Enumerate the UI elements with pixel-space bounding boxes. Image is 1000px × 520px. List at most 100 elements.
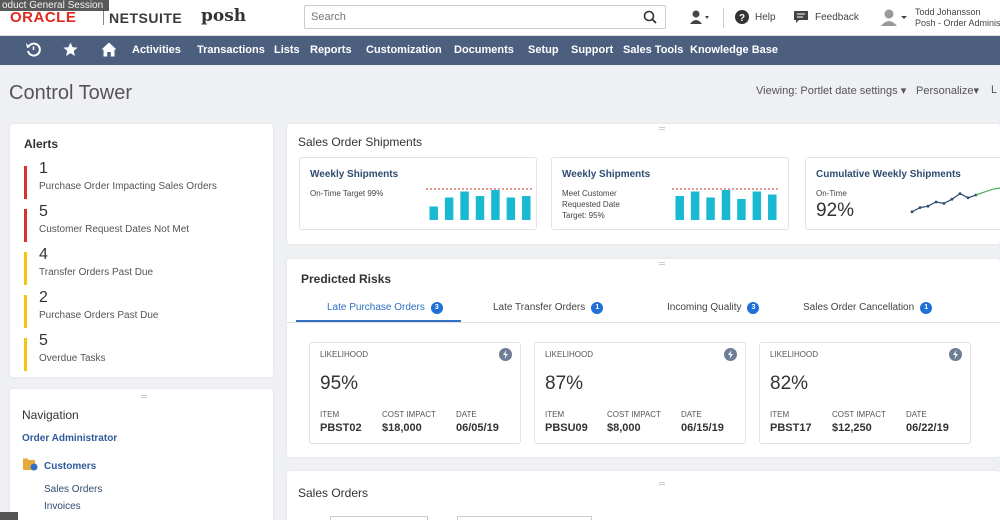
posh-logo[interactable]: posh	[201, 6, 246, 26]
tab-badge: 3	[430, 302, 443, 314]
tab-late-purchase-orders[interactable]: Late Purchase Orders 3	[327, 302, 443, 314]
item-label: ITEM	[770, 410, 790, 419]
customer-date-shipments-card[interactable]: Weekly Shipments Meet Customer Requested…	[551, 157, 789, 230]
feedback-link[interactable]: Feedback	[815, 12, 859, 23]
item-value: PBST02	[320, 422, 362, 434]
global-search	[304, 5, 666, 29]
likelihood-value: 87%	[545, 373, 584, 394]
netsuite-logo[interactable]: NETSUITE	[109, 10, 182, 26]
nav-customization[interactable]: Customization	[366, 44, 442, 56]
oracle-logo[interactable]: ORACLE	[10, 9, 76, 26]
search-icon[interactable]	[643, 10, 657, 24]
tab-badge: 1	[591, 302, 604, 314]
cost-label: COST IMPACT	[607, 410, 661, 419]
date-label: DATE	[906, 410, 927, 419]
sub-card-desc: On-Time Target 99%	[310, 189, 384, 198]
feedback-icon[interactable]	[793, 9, 809, 25]
chart-point	[950, 197, 954, 201]
likelihood-value: 95%	[320, 373, 359, 394]
chart-bar	[675, 196, 684, 220]
risk-card[interactable]: LIKELIHOOD 82% ITEM COST IMPACT DATE PBS…	[759, 342, 971, 444]
cumulative-value: 92%	[816, 200, 855, 221]
target-series-line	[975, 187, 1000, 196]
viewing-label: Viewing: Portlet date settings	[756, 85, 898, 97]
invoices-link[interactable]: Invoices	[44, 501, 81, 512]
tab-sales-order-cancellation[interactable]: Sales Order Cancellation 1	[803, 302, 933, 314]
drag-handle[interactable]	[659, 482, 665, 485]
sub-card-desc: On-Time	[816, 189, 847, 198]
date-label: DATE	[681, 410, 702, 419]
likelihood-value: 82%	[770, 373, 809, 394]
nav-documents[interactable]: Documents	[454, 44, 514, 56]
home-icon[interactable]	[101, 42, 117, 57]
customers-folder-icon	[23, 458, 38, 471]
risk-card[interactable]: LIKELIHOOD 87% ITEM COST IMPACT DATE PBS…	[534, 342, 746, 444]
tab-badge: 1	[920, 302, 933, 314]
alert-label: Transfer Orders Past Due	[39, 267, 154, 278]
logo-divider	[103, 9, 104, 25]
risk-action-icon[interactable]	[499, 348, 512, 361]
chart-bar	[491, 190, 500, 220]
risk-action-icon[interactable]	[724, 348, 737, 361]
item-value: PBSU09	[545, 422, 588, 434]
user-info[interactable]: Todd Johansson Posh - Order Adminis	[915, 7, 1000, 29]
navigation-title: Navigation	[22, 408, 79, 422]
chart-bar	[506, 197, 516, 220]
filter-field[interactable]	[457, 516, 592, 520]
weekly-shipments-card[interactable]: Weekly Shipments On-Time Target 99%	[299, 157, 537, 230]
likelihood-label: LIKELIHOOD	[545, 350, 594, 359]
customers-section-link[interactable]: Customers	[44, 461, 96, 472]
viewing-dropdown[interactable]: Viewing: Portlet date settings ▾	[756, 84, 906, 97]
chart-bar	[737, 199, 746, 220]
sub-card-title: Weekly Shipments	[310, 169, 399, 180]
alerts-portlet: Alerts 1 Purchase Order Impacting Sales …	[10, 124, 273, 377]
tab-incoming-quality[interactable]: Incoming Quality 3	[667, 302, 760, 314]
search-input[interactable]	[305, 6, 625, 28]
personalize-dropdown[interactable]: Personalize▾	[916, 84, 979, 97]
tab-label: Late Transfer Orders	[493, 302, 586, 313]
tab-late-transfer-orders[interactable]: Late Transfer Orders 1	[493, 302, 604, 314]
nav-transactions[interactable]: Transactions	[197, 44, 265, 56]
nav-lists[interactable]: Lists	[274, 44, 300, 56]
chart-point	[958, 192, 962, 195]
nav-knowledge-base[interactable]: Knowledge Base	[690, 44, 778, 56]
active-tab-indicator	[296, 320, 461, 322]
sales-orders-title: Sales Orders	[298, 486, 369, 500]
nav-sales-tools[interactable]: Sales Tools	[623, 44, 683, 56]
chart-bar	[429, 206, 438, 220]
risk-action-icon[interactable]	[949, 348, 962, 361]
nav-support[interactable]: Support	[571, 44, 613, 56]
help-link[interactable]: Help	[755, 12, 776, 23]
user-avatar-icon[interactable]	[879, 8, 909, 26]
alerts-title: Alerts	[24, 137, 59, 151]
chart-bar	[768, 194, 777, 220]
layout-link[interactable]: L	[991, 84, 997, 96]
nav-activities[interactable]: Activities	[132, 44, 181, 56]
tab-divider	[287, 322, 1000, 323]
alert-count: 4	[39, 246, 48, 263]
recent-history-icon[interactable]	[26, 42, 41, 57]
drag-handle[interactable]	[659, 127, 665, 130]
help-icon[interactable]: ?	[734, 9, 750, 25]
cost-value: $18,000	[382, 422, 422, 434]
nav-setup[interactable]: Setup	[528, 44, 559, 56]
role-link[interactable]: Order Administrator	[22, 433, 117, 444]
cost-value: $8,000	[607, 422, 641, 434]
date-value: 06/22/19	[906, 422, 949, 434]
nav-reports[interactable]: Reports	[310, 44, 352, 56]
alert-label: Customer Request Dates Not Met	[39, 224, 190, 235]
favorites-star-icon[interactable]	[63, 42, 78, 57]
risk-card[interactable]: LIKELIHOOD 95% ITEM COST IMPACT DATE PBS…	[309, 342, 521, 444]
cumulative-shipments-card[interactable]: Cumulative Weekly Shipments On-Time 92%	[805, 157, 1000, 230]
alert-count: 1	[39, 160, 48, 177]
cost-value: $12,250	[832, 422, 872, 434]
alert-severity-bar	[24, 209, 27, 242]
sales-orders-link[interactable]: Sales Orders	[44, 484, 102, 495]
shipments-portlet: Sales Order Shipments Weekly Shipments O…	[287, 124, 1000, 244]
svg-text:?: ?	[739, 13, 745, 24]
drag-handle[interactable]	[141, 395, 147, 398]
drag-handle[interactable]	[659, 262, 665, 265]
alert-label: Overdue Tasks	[39, 353, 106, 364]
recent-records-icon[interactable]	[689, 9, 711, 25]
filter-field[interactable]	[330, 516, 428, 520]
